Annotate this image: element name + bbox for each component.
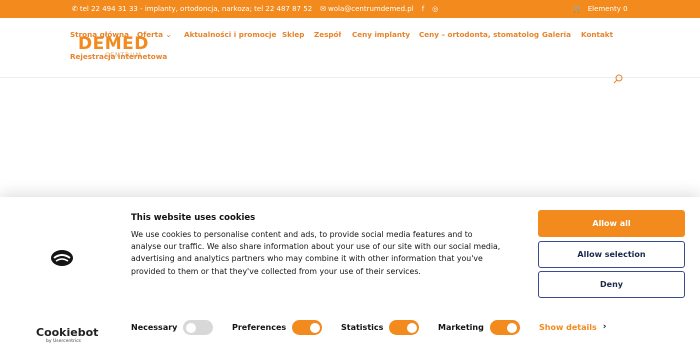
consent-necessary: Necessary [131, 320, 214, 335]
cookiebot-icon [51, 250, 73, 266]
nav-item-gallery[interactable]: Galeria [542, 30, 571, 39]
contact-info: ✆ tel 22 494 31 33 - implanty, ortodoncja… [72, 0, 438, 18]
cart-label: Elementy 0 [587, 5, 628, 13]
email-item[interactable]: ✉ wola@centrumdemed.pl [320, 5, 414, 13]
cart-icon: 🛒 [573, 5, 582, 13]
cookiebot-brand: Cookiebot [36, 326, 99, 339]
nav-item-registration[interactable]: Rejestracja internetowa [70, 52, 167, 61]
preferences-toggle[interactable] [292, 320, 323, 335]
nav-item-implant-prices[interactable]: Ceny implanty [352, 30, 410, 39]
nav-item-news[interactable]: Aktualności i promocje [184, 30, 276, 39]
nav-item-team[interactable]: Zespół [314, 30, 341, 39]
consent-label: Preferences [232, 323, 287, 332]
cookie-banner: Cookiebot by Usercentrics This website u… [0, 197, 700, 350]
cookiebot-logo[interactable]: Cookiebot by Usercentrics [36, 321, 98, 344]
allow-all-button[interactable]: Allow all [538, 210, 685, 237]
site-header: DEMED CENTRUM Strona główna Oferta ⌄ Akt… [0, 18, 700, 84]
statistics-toggle[interactable] [389, 320, 420, 335]
consent-statistics: Statistics [341, 320, 420, 335]
cart-link[interactable]: 🛒 Elementy 0 [573, 0, 628, 18]
instagram-icon[interactable]: ◎ [432, 5, 438, 13]
phone-text: tel 22 494 31 33 - implanty, ortodoncja,… [79, 5, 313, 13]
consent-preferences: Preferences [232, 320, 323, 335]
phone-icon: ✆ [72, 5, 78, 13]
show-details-link[interactable]: Show details › [539, 322, 606, 332]
nav-item-ortho-prices[interactable]: Ceny – ortodonta, stomatolog [419, 30, 539, 39]
nav-item-contact[interactable]: Kontakt [581, 30, 613, 39]
top-bar: ✆ tel 22 494 31 33 - implanty, ortodoncja… [0, 0, 700, 18]
cookie-title: This website uses cookies [131, 213, 256, 223]
phone-item[interactable]: ✆ tel 22 494 31 33 - implanty, ortodoncja… [72, 5, 312, 13]
consent-marketing: Marketing [438, 320, 520, 335]
cookie-description: We use cookies to personalise content an… [131, 230, 501, 276]
facebook-icon[interactable]: f [422, 5, 424, 13]
nav-item-oferta[interactable]: Oferta ⌄ [137, 30, 172, 39]
allow-selection-button[interactable]: Allow selection [538, 241, 685, 268]
nav-oferta-label: Oferta [137, 30, 163, 39]
cookiebot-brand-sub: by Usercentrics [46, 339, 81, 344]
show-details-label: Show details [539, 322, 597, 332]
deny-button[interactable]: Deny [538, 271, 685, 298]
necessary-toggle [183, 320, 214, 335]
mail-icon: ✉ [320, 5, 327, 13]
nav-item-shop[interactable]: Sklep [282, 30, 304, 39]
email-text: wola@centrumdemed.pl [328, 5, 414, 13]
consent-label: Marketing [438, 323, 484, 332]
consent-label: Necessary [131, 323, 178, 332]
search-icon[interactable] [613, 74, 623, 84]
chevron-down-icon: ⌄ [165, 30, 172, 39]
consent-label: Statistics [341, 323, 384, 332]
nav-item-home[interactable]: Strona główna [70, 30, 129, 39]
marketing-toggle[interactable] [489, 320, 520, 335]
chevron-right-icon: › [602, 322, 607, 332]
